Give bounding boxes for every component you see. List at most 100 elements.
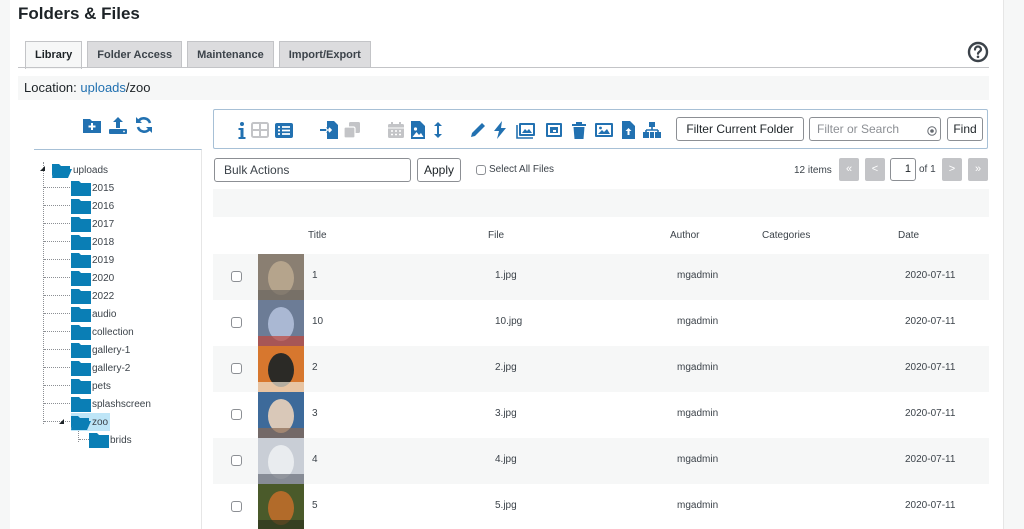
row-checkbox[interactable] <box>231 317 242 328</box>
tree-node-2020[interactable]: 2020 <box>71 269 114 287</box>
sitemap-icon[interactable] <box>642 120 662 140</box>
find-button[interactable]: Find <box>947 117 983 141</box>
upload-file-icon[interactable] <box>618 120 638 140</box>
tree-connector <box>44 403 70 404</box>
cell-date: 2020-07-11 <box>905 454 956 465</box>
thumbnail-image[interactable] <box>258 254 304 300</box>
cell-date: 2020-07-11 <box>905 270 956 281</box>
tree-node-gallery-1[interactable]: gallery-1 <box>71 341 130 359</box>
row-checkbox[interactable] <box>231 271 242 282</box>
refresh-icon[interactable] <box>134 115 154 135</box>
bolt-icon[interactable] <box>490 120 510 140</box>
collapse-toggle-icon[interactable] <box>40 166 45 171</box>
tree-node-label: splashscreen <box>92 398 151 410</box>
page-number-input[interactable]: 1 <box>890 158 916 181</box>
cell-title[interactable]: 3 <box>312 408 318 419</box>
question-circle-icon[interactable] <box>967 41 989 63</box>
tree-node-splashscreen[interactable]: splashscreen <box>71 395 151 413</box>
upload-icon[interactable] <box>108 115 128 135</box>
tab-folder-access[interactable]: Folder Access <box>87 41 183 68</box>
thumbnail-icon[interactable] <box>544 120 564 140</box>
tree-node-2022[interactable]: 2022 <box>71 287 114 305</box>
table-row[interactable]: 4 4.jpg mgadmin 2020-07-11 <box>213 438 989 484</box>
cell-file: 4.jpg <box>495 454 517 465</box>
image-file-icon[interactable] <box>408 120 428 140</box>
thumbnail-image[interactable] <box>258 438 304 484</box>
page-total: of 1 <box>919 164 936 175</box>
table-row[interactable]: 10 10.jpg mgadmin 2020-07-11 <box>213 300 989 346</box>
cell-author: mgadmin <box>677 408 719 419</box>
filter-current-folder-button[interactable]: Filter Current Folder <box>676 117 804 141</box>
info-icon[interactable] <box>232 120 252 140</box>
gallery-icon[interactable] <box>516 120 536 140</box>
copy-icon[interactable] <box>342 120 362 140</box>
tab-library[interactable]: Library <box>25 41 83 69</box>
location-link-uploads[interactable]: uploads <box>80 80 126 95</box>
list-view-icon[interactable] <box>274 120 294 140</box>
select-all-checkbox[interactable] <box>476 164 486 175</box>
thumbnail-image[interactable] <box>258 300 304 346</box>
next-page-button[interactable]: > <box>942 158 962 181</box>
column-header-categories[interactable]: Categories <box>762 230 810 241</box>
select-all-label: Select All Files <box>489 164 555 175</box>
row-checkbox[interactable] <box>231 501 242 512</box>
clear-search-icon[interactable] <box>927 124 937 136</box>
cell-title[interactable]: 5 <box>312 500 318 511</box>
cell-title[interactable]: 2 <box>312 362 318 373</box>
folder-plus-icon[interactable] <box>82 115 102 135</box>
row-checkbox[interactable] <box>231 409 242 420</box>
sidebar-actions <box>82 115 154 135</box>
first-page-button[interactable]: « <box>839 158 859 181</box>
thumbnail-image[interactable] <box>258 346 304 392</box>
column-header-file[interactable]: File <box>488 230 504 241</box>
collapse-toggle-icon[interactable] <box>59 419 64 424</box>
search-input[interactable] <box>809 117 941 141</box>
tree-node-audio[interactable]: audio <box>71 305 116 323</box>
tree-node-gallery-2[interactable]: gallery-2 <box>71 359 130 377</box>
tree-node-uploads[interactable]: uploads <box>52 161 108 179</box>
cell-title[interactable]: 4 <box>312 454 318 465</box>
column-header-date[interactable]: Date <box>898 230 919 241</box>
row-checkbox[interactable] <box>231 455 242 466</box>
tree-node-pets[interactable]: pets <box>71 377 111 395</box>
calendar-icon[interactable] <box>386 120 406 140</box>
tree-node-collection[interactable]: collection <box>71 323 134 341</box>
column-header-title[interactable]: Title <box>308 230 327 241</box>
trash-icon[interactable] <box>569 120 589 140</box>
row-checkbox[interactable] <box>231 363 242 374</box>
prev-page-button[interactable]: < <box>865 158 885 181</box>
tree-connector <box>79 439 89 440</box>
table-row[interactable]: 2 2.jpg mgadmin 2020-07-11 <box>213 346 989 392</box>
select-all-files[interactable]: Select All Files <box>476 164 554 175</box>
last-page-button[interactable]: » <box>968 158 988 181</box>
tree-node-zoo[interactable]: zoo <box>71 413 111 431</box>
cell-date: 2020-07-11 <box>905 316 956 327</box>
bulk-actions-select[interactable]: Bulk Actions <box>214 158 411 182</box>
cell-title[interactable]: 1 <box>312 270 318 281</box>
tree-connector <box>44 385 70 386</box>
tree-node-2018[interactable]: 2018 <box>71 233 114 251</box>
image-icon[interactable] <box>594 120 614 140</box>
edit-icon[interactable] <box>468 120 488 140</box>
tree-node-2017[interactable]: 2017 <box>71 215 114 233</box>
thumbnail-image[interactable] <box>258 484 304 529</box>
tree-node-2019[interactable]: 2019 <box>71 251 114 269</box>
cell-title[interactable]: 10 <box>312 316 323 327</box>
cell-file: 5.jpg <box>495 500 517 511</box>
tree-node-brids[interactable]: brids <box>89 431 132 449</box>
grid-view-icon[interactable] <box>250 120 270 140</box>
tree-node-label: audio <box>92 308 117 320</box>
tree-node-2016[interactable]: 2016 <box>71 197 114 215</box>
tree-connector <box>44 349 70 350</box>
tab-import-export[interactable]: Import/Export <box>278 41 371 68</box>
move-file-icon[interactable] <box>319 120 339 140</box>
table-row[interactable]: 5 5.jpg mgadmin 2020-07-11 <box>213 484 989 529</box>
table-row[interactable]: 1 1.jpg mgadmin 2020-07-11 <box>213 254 989 300</box>
tab-maintenance[interactable]: Maintenance <box>187 41 274 68</box>
column-header-author[interactable]: Author <box>670 230 699 241</box>
tree-node-2015[interactable]: 2015 <box>71 179 114 197</box>
thumbnail-image[interactable] <box>258 392 304 438</box>
table-row[interactable]: 3 3.jpg mgadmin 2020-07-11 <box>213 392 989 438</box>
apply-button[interactable]: Apply <box>417 158 461 182</box>
sort-icon[interactable] <box>428 120 448 140</box>
